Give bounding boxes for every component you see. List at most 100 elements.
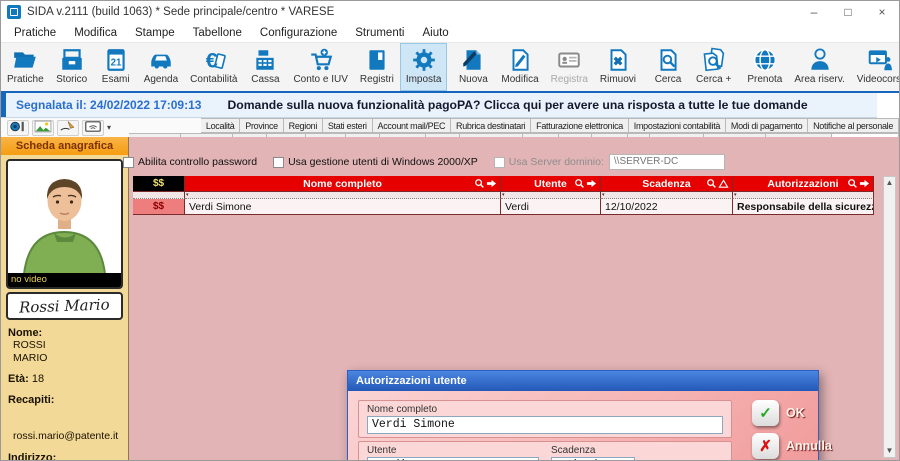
toolbar-storico-button[interactable]: Storico [50,43,94,91]
tab-regioni[interactable]: Regioni [283,118,323,133]
column-header-scadenza[interactable]: Scadenza [601,176,733,192]
column-header-icons [706,178,729,192]
toolbar-label: Modifica [501,74,538,85]
tab-localit[interactable]: Località [201,118,240,133]
column-header-nome-completo[interactable]: Nome completo [185,176,501,192]
tab-notifiche-al-personale[interactable]: Notifiche al personale [807,118,899,133]
menu-pratiche[interactable]: Pratiche [5,23,65,43]
media-icon-strip: ▾ [1,118,129,137]
toolbar-cerca-button[interactable]: Cerca [646,43,690,91]
check-icon: ✓ [752,400,779,426]
dialog-title-bar[interactable]: Autorizzazioni utente [348,371,818,391]
table-corner-cell[interactable]: $$ [133,176,185,192]
row-cell-scadenza[interactable]: 12/10/2022 [601,199,733,215]
toolbar-pratiche-button[interactable]: Pratiche [1,43,50,91]
utente-input[interactable]: Verdi [367,457,539,461]
abilita-controllo-checkbox[interactable]: Abilita controllo password [123,156,257,168]
toolbar-imposta-button[interactable]: Imposta [400,43,448,91]
toolbar-cerca-button[interactable]: Cerca + [690,43,737,91]
scroll-up-icon[interactable]: ▲ [886,177,894,189]
table-row[interactable]: $$Verdi SimoneVerdi12/10/2022Responsabil… [133,199,874,215]
maximize-button[interactable]: □ [831,1,865,23]
tab-impostazioni-contabilit[interactable]: Impostazioni contabilità [628,118,726,133]
vertical-scrollbar[interactable]: ▲ ▼ [883,176,896,458]
toolbar-esami-button[interactable]: 21Esami [94,43,138,91]
tab-modi-di-pagamento[interactable]: Modi di pagamento [725,118,808,133]
signature-button[interactable] [57,120,79,136]
signature-box: Rossi Mario [6,292,123,320]
toolbar-contabilit-button[interactable]: €Contabilità [184,43,243,91]
sort-arrow-icon[interactable] [859,178,870,192]
toolbar: Pratiche Storico 21EsamiAgenda€Contabilità… [1,43,899,93]
sort-arrow-icon[interactable] [586,178,597,192]
toolbar-prenota-button[interactable]: Prenota [741,43,788,91]
scroll-down-icon[interactable]: ▼ [886,445,894,457]
menu-tabellone[interactable]: Tabellone [184,23,251,43]
toolbar-cassa-button[interactable]: Cassa [243,43,287,91]
toolbar-registri-button[interactable]: Registri [354,43,400,91]
toolbar-agenda-button[interactable]: Agenda [138,43,184,91]
filter-cell[interactable]: ▾ [733,192,874,199]
filter-cell[interactable]: ▾ [601,192,733,199]
magnifier-icon[interactable] [474,178,485,192]
column-header-autorizzazioni[interactable]: Autorizzazioni [733,176,874,192]
tab-rubrica-destinatari[interactable]: Rubrica destinatari [450,118,531,133]
checkbox-icon[interactable] [123,157,134,168]
nome-completo-label: Nome completo [367,404,437,415]
tab-province[interactable]: Province [239,118,283,133]
ok-button[interactable]: ✓OK [752,400,805,426]
filter-cell[interactable]: ▾ [501,192,601,199]
chevron-down-icon[interactable]: ▾ [107,123,111,132]
toolbar-label: Registri [360,74,394,85]
column-header-utente[interactable]: Utente [501,176,601,192]
column-header-icons [847,178,870,192]
nome-completo-input[interactable]: Verdi Simone [367,416,723,434]
scadenza-label: Scadenza [551,445,595,456]
notification-message[interactable]: Domande sulla nuova funzionalità pagoPA?… [227,98,807,112]
row-cell-nome-completo[interactable]: Verdi Simone [185,199,501,215]
menu-stampe[interactable]: Stampe [126,23,184,43]
close-button[interactable]: × [865,1,899,23]
scadenza-input[interactable]: 12/10/2022 [551,457,635,461]
minimize-button[interactable]: – [797,1,831,23]
webcam-button[interactable] [7,120,29,136]
filter-corner-cell[interactable] [133,192,185,199]
gestione-utenti-checkbox[interactable]: Usa gestione utenti di Windows 2000/XP [273,156,478,168]
checkbox-icon [494,157,505,168]
filter-cell[interactable]: ▾ [185,192,501,199]
row-cell-autorizzazioni[interactable]: Responsabile della sicurezza, Inseg... [733,199,874,215]
sort-arrow-icon[interactable] [486,178,497,192]
tab-fatturazione-elettronica[interactable]: Fatturazione elettronica [530,118,629,133]
checkbox-icon[interactable] [273,157,284,168]
sort-triangle-icon[interactable] [718,178,729,192]
magnifier-icon[interactable] [706,178,717,192]
table-filter-row: ▾▾▾▾ [133,192,874,199]
photo-button[interactable] [32,120,54,136]
toolbar-nuova-button[interactable]: Nuova [451,43,495,91]
nome-completo-group: Nome completo Verdi Simone [358,400,732,438]
search-doc-icon [655,46,682,73]
menu-strumenti[interactable]: Strumenti [346,23,413,43]
dialog-button-label: Annulla [786,439,832,453]
title-bar: SIDA v.2111 (build 1063) * Sede principa… [1,1,899,23]
toolbar-modifica-button[interactable]: Modifica [495,43,544,91]
window-title: SIDA v.2111 (build 1063) * Sede principa… [27,6,334,18]
menu-aiuto[interactable]: Aiuto [413,23,457,43]
tab-account-mail-pec[interactable]: Account mail/PEC [372,118,452,133]
tab-stati-esteri[interactable]: Stati esteri [322,118,373,133]
toolbar-conto-e-iuv-button[interactable]: Conto e IUV [287,43,353,91]
row-cell-utente[interactable]: Verdi [501,199,601,215]
screen-button[interactable] [82,120,104,136]
notification-bar[interactable]: Segnalata il: 24/02/2022 17:09:13 Domand… [1,93,877,118]
magnifier-icon[interactable] [574,178,585,192]
toolbar-label: Storico [56,74,87,85]
annulla-button[interactable]: ✗Annulla [752,433,832,459]
toolbar-rimuovi-button[interactable]: Rimuovi [594,43,642,91]
toolbar-label: Nuova [459,74,488,85]
toolbar-area-riserv-button[interactable]: Area riserv. [788,43,850,91]
menu-configurazione[interactable]: Configurazione [251,23,346,43]
row-tag-cell[interactable]: $$ [133,199,185,215]
toolbar-videocorsi-button[interactable]: Videocorsi [851,43,900,91]
magnifier-icon[interactable] [847,178,858,192]
menu-modifica[interactable]: Modifica [65,23,126,43]
